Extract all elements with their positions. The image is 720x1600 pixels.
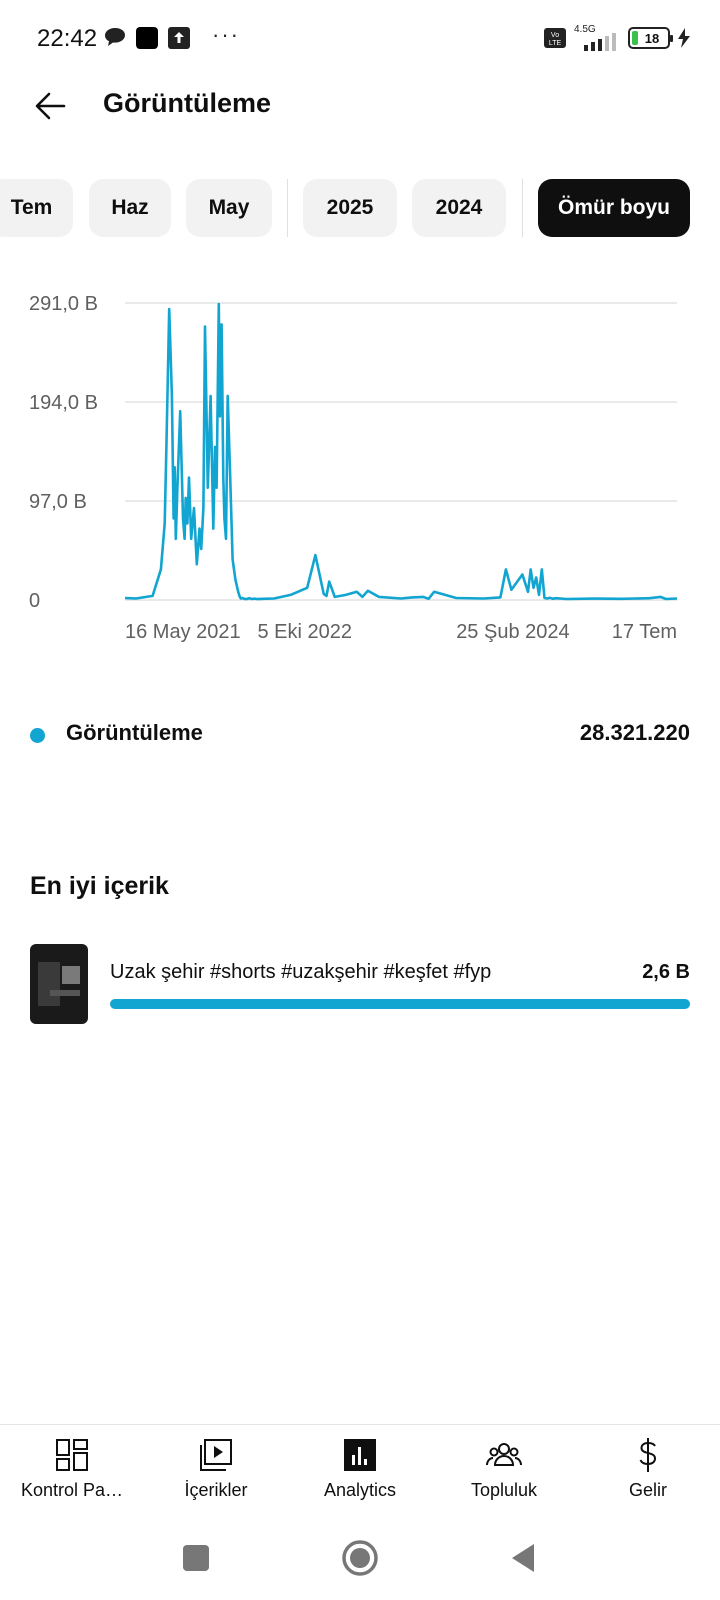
upload-icon bbox=[168, 27, 190, 49]
system-nav bbox=[0, 1516, 720, 1600]
chip-2024[interactable]: 2024 bbox=[412, 179, 506, 237]
chip-divider bbox=[522, 179, 523, 237]
views-bar-track bbox=[110, 999, 690, 1009]
legend-dot bbox=[30, 728, 45, 743]
nav-revenue[interactable]: Gelir bbox=[576, 1425, 720, 1517]
nav-label: Kontrol Pa… bbox=[20, 1480, 124, 1500]
volte-icon: Vo LTE bbox=[544, 28, 566, 48]
analytics-icon bbox=[344, 1439, 376, 1471]
app-square-icon bbox=[136, 27, 158, 49]
back-triangle-icon[interactable] bbox=[504, 1538, 544, 1578]
home-circle-icon[interactable] bbox=[340, 1538, 380, 1578]
nav-label: Analytics bbox=[323, 1480, 397, 1500]
nav-dashboard[interactable]: Kontrol Pa… bbox=[0, 1425, 144, 1517]
x-tick-label: 16 May 2021 bbox=[125, 621, 241, 643]
nav-analytics[interactable]: Analytics bbox=[288, 1425, 432, 1517]
nav-content[interactable]: İçerikler bbox=[144, 1425, 288, 1517]
chip-haz[interactable]: Haz bbox=[89, 179, 171, 237]
arrow-left-icon[interactable] bbox=[30, 86, 70, 126]
video-thumbnail[interactable] bbox=[30, 944, 88, 1024]
section-title: En iyi içerik bbox=[30, 872, 169, 900]
total-views-value: 28.321.220 bbox=[579, 720, 690, 745]
video-views: 2,6 B bbox=[642, 961, 690, 983]
legend-label: Görüntüleme bbox=[66, 720, 203, 745]
chip-divider bbox=[287, 179, 288, 237]
y-tick-label: 194,0 B bbox=[29, 392, 98, 414]
period-chips: Tem Haz May 2025 2024 Ömür boyu bbox=[0, 179, 720, 239]
top-content-item[interactable]: Uzak şehir #shorts #uzakşehir #keşfet #f… bbox=[30, 944, 690, 1026]
signal-icon: 4.5G bbox=[574, 25, 620, 51]
charging-icon bbox=[678, 28, 690, 48]
x-tick-label: 17 Tem bbox=[612, 621, 677, 643]
recents-square-icon[interactable] bbox=[176, 1538, 216, 1578]
battery-icon: 18 bbox=[628, 27, 673, 49]
y-tick-label: 97,0 B bbox=[29, 491, 87, 513]
nav-label: Gelir bbox=[628, 1480, 667, 1500]
page-title: Görüntüleme bbox=[103, 88, 272, 118]
nav-community[interactable]: Topluluk bbox=[432, 1425, 576, 1517]
chip-2025[interactable]: 2025 bbox=[303, 179, 397, 237]
status-bar: 22:42 ··· Vo LTE 4.5G 18 bbox=[0, 0, 720, 76]
nav-label: Topluluk bbox=[470, 1480, 538, 1500]
status-right: Vo LTE 4.5G 18 bbox=[544, 24, 690, 52]
dollar-icon bbox=[639, 1438, 657, 1472]
views-chart: 291,0 B 194,0 B 97,0 B 0 16 May 2021 5 Eki 20… bbox=[0, 285, 720, 665]
bottom-nav: Kontrol Pa… İçerikler Analytics Topluluk bbox=[0, 1424, 720, 1516]
line-chart: 291,0 B 194,0 B 97,0 B 0 16 May 2021 5 Eki 20… bbox=[29, 293, 678, 643]
y-tick-label: 291,0 B bbox=[29, 293, 98, 315]
chip-may[interactable]: May bbox=[186, 179, 272, 237]
app-header: Görüntüleme bbox=[0, 76, 720, 136]
legend-row: Görüntüleme 28.321.220 bbox=[30, 718, 690, 754]
nav-label: İçerikler bbox=[184, 1480, 248, 1500]
status-time: 22:42 bbox=[37, 25, 98, 52]
battery-level: 18 bbox=[644, 30, 660, 46]
y-tick-label: 0 bbox=[29, 590, 40, 612]
more-dots-icon: ··· bbox=[212, 22, 240, 47]
community-icon bbox=[486, 1443, 522, 1466]
chip-tem[interactable]: Tem bbox=[0, 179, 73, 237]
views-bar-fill bbox=[110, 999, 690, 1009]
x-tick-label: 25 Şub 2024 bbox=[456, 621, 569, 643]
video-title: Uzak şehir #shorts #uzakşehir #keşfet #f… bbox=[110, 961, 492, 983]
chip-lifetime[interactable]: Ömür boyu bbox=[538, 179, 690, 237]
dashboard-icon bbox=[56, 1439, 88, 1471]
svg-text:LTE: LTE bbox=[549, 40, 562, 47]
svg-text:Vo: Vo bbox=[551, 32, 559, 39]
chat-bubble-icon bbox=[105, 28, 125, 46]
content-play-icon bbox=[200, 1439, 232, 1471]
x-tick-label: 5 Eki 2022 bbox=[257, 621, 352, 643]
series-line bbox=[124, 302, 678, 601]
